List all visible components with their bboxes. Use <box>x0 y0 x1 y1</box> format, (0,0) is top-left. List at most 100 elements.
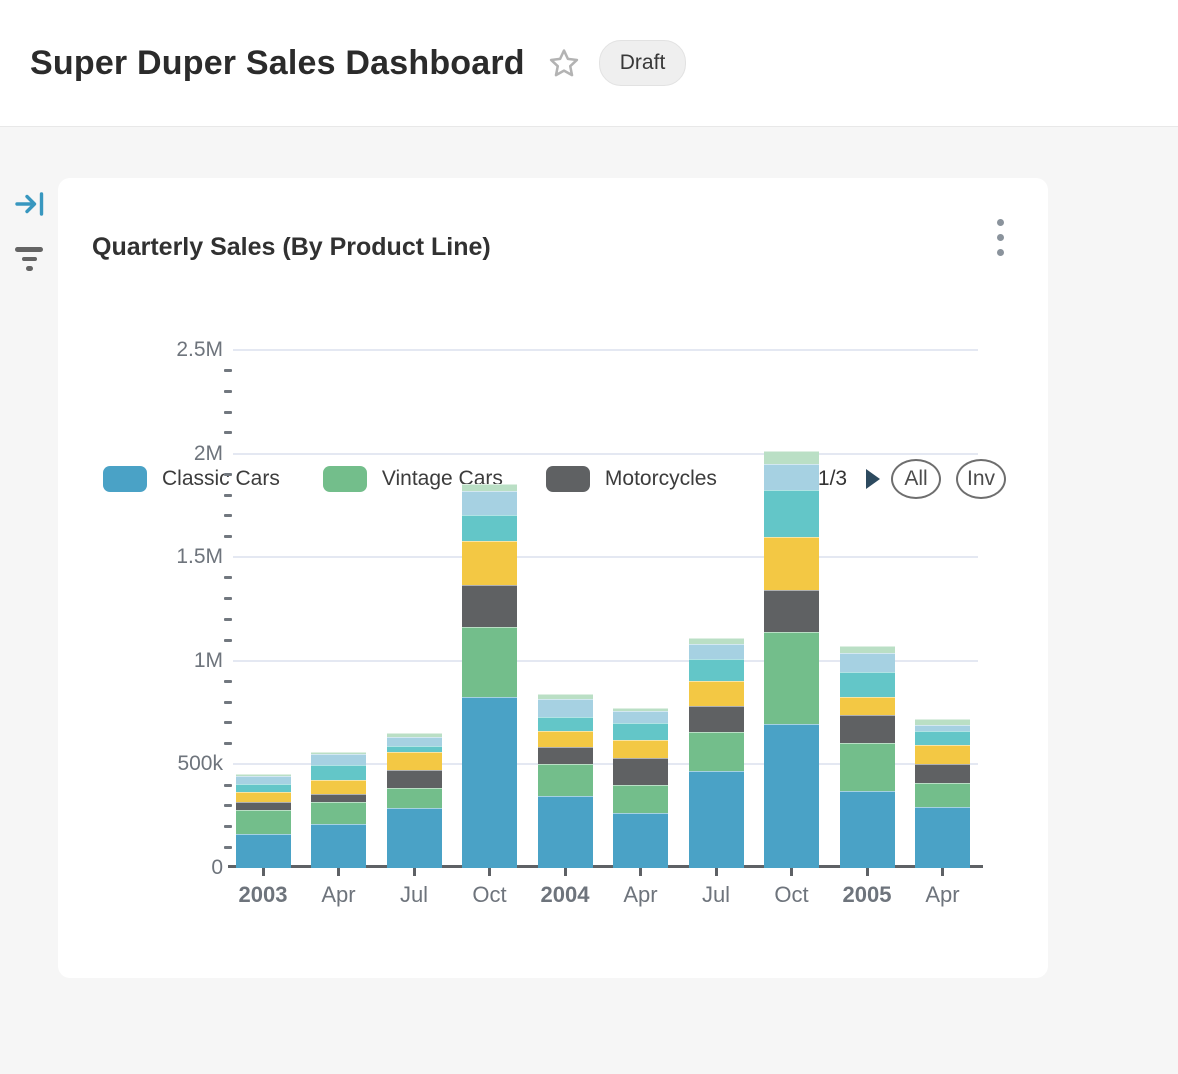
bar-segment[interactable] <box>462 585 517 627</box>
bar-segment[interactable] <box>236 802 291 810</box>
bar-segment[interactable] <box>538 731 593 747</box>
bar-segment[interactable] <box>840 715 895 743</box>
stacked-bar[interactable] <box>538 694 593 868</box>
kebab-menu-icon[interactable] <box>989 215 1012 260</box>
stacked-bar[interactable] <box>236 774 291 868</box>
chart: 0500k1M1.5M2M2.5M2003AprJulOct2004AprJul… <box>58 178 1048 978</box>
bar-segment[interactable] <box>387 788 442 808</box>
bar-segment[interactable] <box>764 537 819 590</box>
bar-segment[interactable] <box>689 681 744 705</box>
bar-segment[interactable] <box>462 697 517 868</box>
bar-segment[interactable] <box>764 451 819 464</box>
bar-segment[interactable] <box>840 743 895 791</box>
bar-segment[interactable] <box>538 796 593 868</box>
bar-segment[interactable] <box>613 758 668 785</box>
bar-segment[interactable] <box>689 644 744 659</box>
bar-segment[interactable] <box>764 464 819 491</box>
bar-segment[interactable] <box>236 776 291 784</box>
bar-segment[interactable] <box>387 752 442 769</box>
legend-label: Classic Cars <box>162 467 280 491</box>
legend-item[interactable]: Motorcycles <box>546 466 717 492</box>
filter-icon[interactable] <box>13 245 45 273</box>
bar-segment[interactable] <box>689 732 744 771</box>
bar-segment[interactable] <box>613 740 668 758</box>
bar-segment[interactable] <box>462 515 517 541</box>
stacked-bar[interactable] <box>840 646 895 868</box>
bar-segment[interactable] <box>840 672 895 697</box>
y-minor-tick <box>224 597 232 600</box>
x-axis-tick <box>715 868 718 876</box>
legend-item[interactable]: Classic Cars <box>103 466 280 492</box>
bar-segment[interactable] <box>840 791 895 868</box>
y-minor-tick <box>224 535 232 538</box>
bar-segment[interactable] <box>462 491 517 515</box>
bar-segment[interactable] <box>764 490 819 537</box>
y-minor-tick <box>224 742 232 745</box>
legend-next-button[interactable] <box>857 463 889 495</box>
bar-segment[interactable] <box>915 745 970 764</box>
bar-segment[interactable] <box>236 810 291 834</box>
bar-segment[interactable] <box>613 813 668 868</box>
bar-segment[interactable] <box>538 699 593 718</box>
bar-segment[interactable] <box>462 484 517 491</box>
bar-segment[interactable] <box>689 659 744 681</box>
x-axis-tick <box>866 868 869 876</box>
stacked-bar[interactable] <box>764 451 819 868</box>
bar-segment[interactable] <box>538 747 593 765</box>
page-title: Super Duper Sales Dashboard <box>30 44 525 83</box>
bar-segment[interactable] <box>915 783 970 807</box>
bar-segment[interactable] <box>613 723 668 740</box>
bar-segment[interactable] <box>311 754 366 766</box>
stacked-bar[interactable] <box>462 484 517 868</box>
y-axis-label: 0 <box>153 856 223 880</box>
bar-segment[interactable] <box>311 765 366 780</box>
favorite-star-icon[interactable] <box>547 46 581 80</box>
bar-segment[interactable] <box>462 541 517 585</box>
y-axis-label: 2.5M <box>153 338 223 362</box>
bar-segment[interactable] <box>613 785 668 813</box>
bar-segment[interactable] <box>840 697 895 716</box>
bar-segment[interactable] <box>764 724 819 868</box>
chart-title: Quarterly Sales (By Product Line) <box>92 233 491 262</box>
stacked-bar[interactable] <box>689 638 744 868</box>
bar-segment[interactable] <box>387 737 442 746</box>
legend-swatch <box>546 466 590 492</box>
x-axis-tick <box>639 868 642 876</box>
bar-segment[interactable] <box>538 764 593 796</box>
y-minor-tick <box>224 804 232 807</box>
stacked-bar[interactable] <box>387 733 442 868</box>
bar-segment[interactable] <box>462 627 517 697</box>
stacked-bar[interactable] <box>613 708 668 868</box>
bar-segment[interactable] <box>311 794 366 802</box>
bar-segment[interactable] <box>915 807 970 868</box>
bar-segment[interactable] <box>840 646 895 653</box>
stacked-bar[interactable] <box>915 719 970 868</box>
bar-segment[interactable] <box>538 717 593 731</box>
bar-segment[interactable] <box>236 834 291 868</box>
legend-swatch <box>103 466 147 492</box>
bar-segment[interactable] <box>387 770 442 789</box>
bar-segment[interactable] <box>689 706 744 733</box>
select-all-button[interactable]: All <box>891 459 941 499</box>
bar-segment[interactable] <box>764 590 819 632</box>
bar-segment[interactable] <box>840 653 895 672</box>
bar-segment[interactable] <box>764 632 819 723</box>
bar-segment[interactable] <box>689 771 744 868</box>
invert-selection-button[interactable]: Inv <box>956 459 1006 499</box>
stacked-bar[interactable] <box>311 752 366 868</box>
x-axis-tick <box>337 868 340 876</box>
bar-segment[interactable] <box>915 731 970 745</box>
legend-row: Classic CarsVintage CarsMotorcycles 1/3 … <box>103 460 1006 498</box>
bar-segment[interactable] <box>236 792 291 802</box>
y-minor-tick <box>224 701 232 704</box>
expand-panel-icon[interactable] <box>14 190 46 218</box>
bar-segment[interactable] <box>236 784 291 791</box>
y-axis-label: 1M <box>153 649 223 673</box>
bar-segment[interactable] <box>387 808 442 867</box>
bar-segment[interactable] <box>613 711 668 723</box>
bar-segment[interactable] <box>915 764 970 783</box>
bar-segment[interactable] <box>311 824 366 868</box>
bar-segment[interactable] <box>311 780 366 793</box>
bar-segment[interactable] <box>311 802 366 825</box>
x-axis-tick <box>941 868 944 876</box>
